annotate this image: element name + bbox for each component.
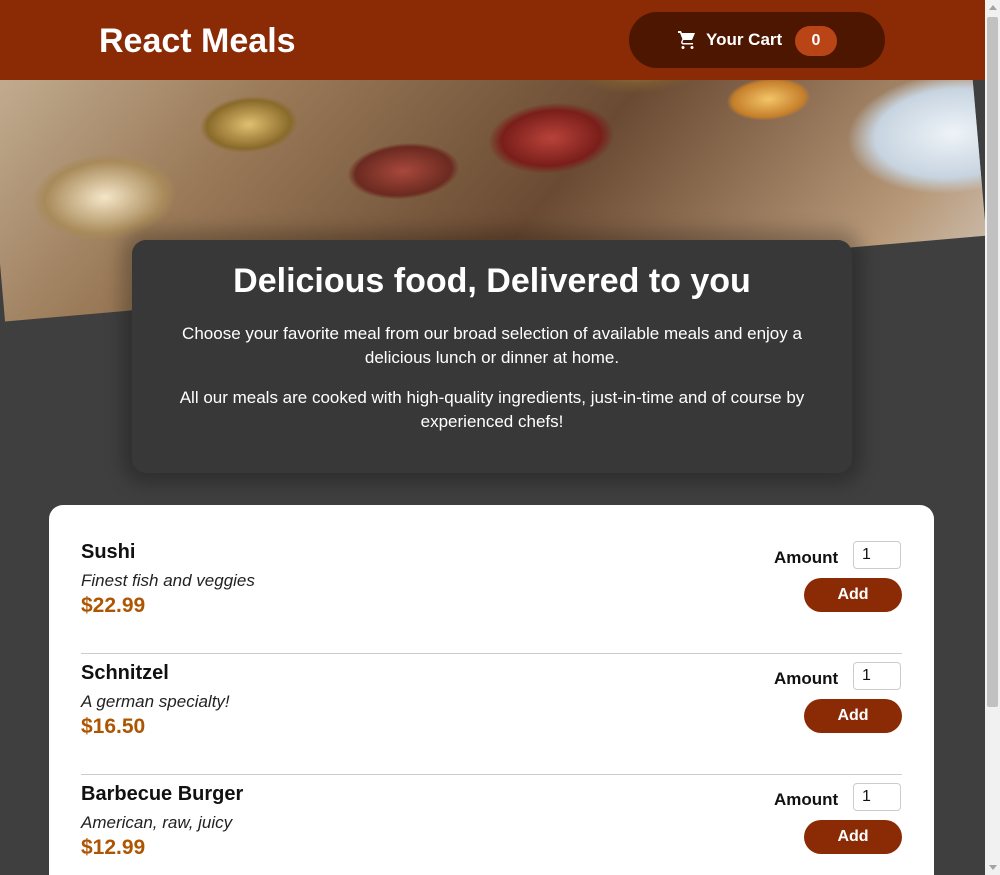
meal-description: Finest fish and veggies bbox=[81, 571, 255, 590]
meal-description: American, raw, juicy bbox=[81, 813, 233, 832]
meal-item: Sushi Finest fish and veggies $22.99 Amo… bbox=[81, 533, 902, 654]
meal-item: Barbecue Burger American, raw, juicy $12… bbox=[81, 775, 902, 875]
meal-price: $12.99 bbox=[81, 836, 146, 859]
amount-label: Amount bbox=[774, 790, 839, 809]
cart-label: Your Cart bbox=[706, 30, 783, 49]
amount-input[interactable] bbox=[853, 541, 901, 569]
available-meals-card: Sushi Finest fish and veggies $22.99 Amo… bbox=[49, 505, 934, 875]
meal-name: Sushi bbox=[81, 541, 136, 563]
scroll-up-arrow-icon[interactable] bbox=[985, 0, 1000, 15]
cart-icon bbox=[677, 30, 697, 50]
meals-summary: Delicious food, Delivered to you Choose … bbox=[132, 240, 852, 473]
amount-input[interactable] bbox=[853, 783, 901, 811]
summary-paragraph-1: Choose your favorite meal from our broad… bbox=[182, 324, 802, 367]
amount-label: Amount bbox=[774, 669, 839, 688]
meal-description: A german specialty! bbox=[81, 692, 230, 711]
meal-name: Barbecue Burger bbox=[81, 783, 244, 805]
add-to-cart-button[interactable]: Add bbox=[804, 699, 902, 733]
add-to-cart-button[interactable]: Add bbox=[804, 820, 902, 854]
scroll-down-arrow-icon[interactable] bbox=[985, 860, 1000, 875]
meal-price: $22.99 bbox=[81, 594, 146, 617]
amount-input[interactable] bbox=[853, 662, 901, 690]
brand-title: React Meals bbox=[99, 22, 296, 60]
cart-button[interactable]: Your Cart 0 bbox=[629, 12, 885, 68]
meal-add-form: Amount Add bbox=[762, 779, 902, 859]
summary-title: Delicious food, Delivered to you bbox=[233, 262, 751, 300]
meal-add-form: Amount Add bbox=[762, 658, 902, 738]
add-to-cart-button[interactable]: Add bbox=[804, 578, 902, 612]
meal-price: $16.50 bbox=[81, 715, 146, 738]
scrollbar-thumb[interactable] bbox=[987, 17, 998, 707]
vertical-scrollbar[interactable] bbox=[985, 0, 1000, 875]
amount-label: Amount bbox=[774, 548, 839, 567]
app-header: React Meals Your Cart 0 bbox=[0, 0, 985, 80]
meal-add-form: Amount Add bbox=[762, 537, 902, 617]
meal-name: Schnitzel bbox=[81, 662, 169, 684]
summary-paragraph-2: All our meals are cooked with high-quali… bbox=[179, 388, 805, 431]
meal-item: Schnitzel A german specialty! $16.50 Amo… bbox=[81, 654, 902, 775]
meals-list: Sushi Finest fish and veggies $22.99 Amo… bbox=[81, 533, 902, 875]
page: React Meals Your Cart 0 Delicious food, … bbox=[0, 0, 985, 875]
cart-count-badge: 0 bbox=[795, 26, 837, 56]
